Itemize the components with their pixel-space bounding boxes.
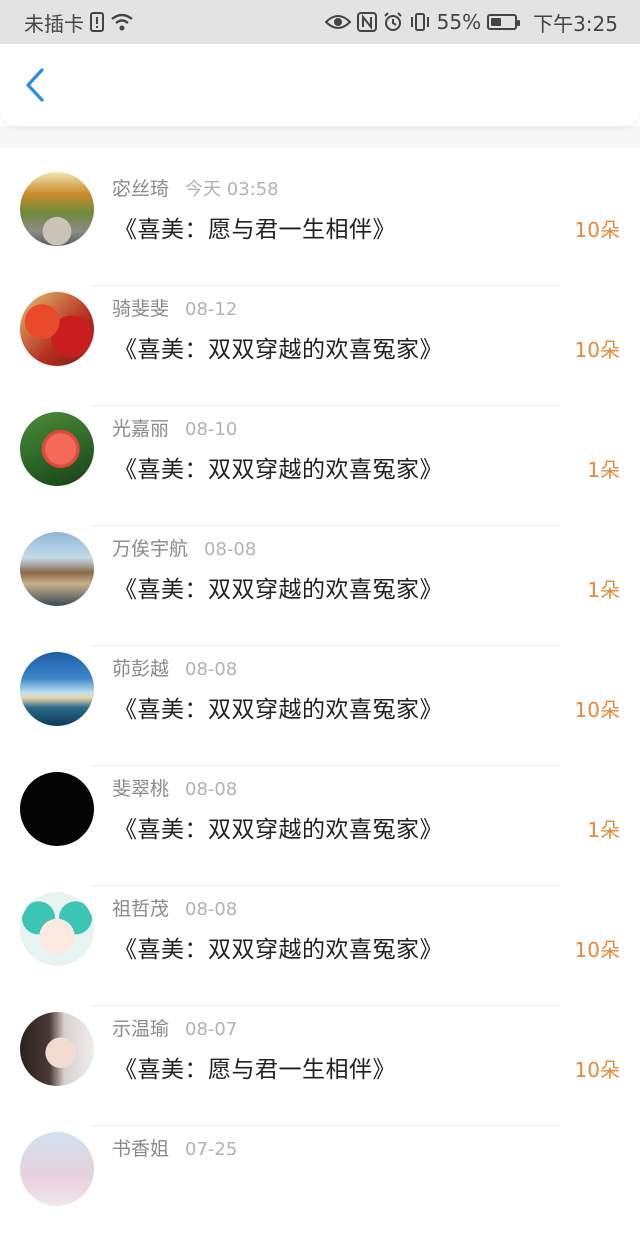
item-meta: 斐翠桃 08-08 — [112, 774, 237, 801]
battery-icon — [487, 14, 521, 30]
book-title[interactable]: 《喜美：双双穿越的欢喜冤家》 — [114, 930, 443, 964]
list-item[interactable]: 祖哲茂 08-08 《喜美：双双穿越的欢喜冤家》 10朵 — [0, 886, 640, 1006]
item-meta: 祖哲茂 08-08 — [112, 894, 237, 921]
sent-time: 08-12 — [185, 299, 238, 320]
sent-time: 08-08 — [185, 779, 238, 800]
item-meta: 宓丝琦 今天 03:58 — [112, 174, 279, 201]
flower-count: 1朵 — [587, 818, 620, 842]
status-left: 未插卡 — [24, 8, 134, 37]
sender-name: 斐翠桃 — [112, 778, 170, 800]
list-item[interactable]: 骑斐斐 08-12 《喜美：双双穿越的欢喜冤家》 10朵 — [0, 286, 640, 406]
sim-alert-icon — [90, 12, 104, 32]
flower-count: 1朵 — [587, 458, 620, 482]
book-title[interactable]: 《喜美：双双穿越的欢喜冤家》 — [114, 570, 443, 604]
nfc-icon — [356, 12, 377, 32]
list-item[interactable]: 斐翠桃 08-08 《喜美：双双穿越的欢喜冤家》 1朵 — [0, 766, 640, 886]
item-meta: 万俟宇航 08-08 — [112, 534, 256, 561]
clock: 下午3:25 — [533, 11, 618, 36]
book-title[interactable]: 《喜美：愿与君一生相伴》 — [114, 210, 396, 244]
eye-icon — [324, 15, 351, 29]
flower-count: 1朵 — [587, 578, 620, 602]
avatar[interactable] — [20, 412, 94, 486]
item-meta: 书香姐 07-25 — [112, 1134, 237, 1161]
sender-name: 骑斐斐 — [112, 298, 170, 320]
flower-count: 10朵 — [574, 1058, 620, 1082]
nav-bar — [0, 44, 640, 126]
sender-name: 宓丝琦 — [112, 178, 170, 200]
avatar[interactable] — [20, 772, 94, 846]
flower-count: 10朵 — [574, 338, 620, 362]
avatar[interactable] — [20, 1132, 94, 1206]
sent-time: 07-25 — [185, 1139, 238, 1160]
list-item[interactable]: 光嘉丽 08-10 《喜美：双双穿越的欢喜冤家》 1朵 — [0, 406, 640, 526]
book-title[interactable]: 《喜美：双双穿越的欢喜冤家》 — [114, 690, 443, 724]
nav-gap — [0, 126, 640, 148]
book-title[interactable]: 《喜美：双双穿越的欢喜冤家》 — [114, 810, 443, 844]
item-meta: 骑斐斐 08-12 — [112, 294, 237, 321]
gift-record-list: 宓丝琦 今天 03:58 《喜美：愿与君一生相伴》 10朵 骑斐斐 08-12 … — [0, 148, 640, 1246]
sent-time: 08-10 — [185, 419, 238, 440]
sent-time: 08-08 — [185, 899, 238, 920]
book-title[interactable]: 《喜美：愿与君一生相伴》 — [114, 1050, 396, 1084]
status-right: 55% 下午3:25 — [324, 8, 618, 37]
sender-name: 书香姐 — [112, 1138, 170, 1160]
sender-name: 茆彭越 — [112, 658, 170, 680]
sent-time: 今天 03:58 — [185, 179, 279, 200]
wifi-icon — [111, 13, 133, 31]
book-title[interactable]: 《喜美：双双穿越的欢喜冤家》 — [114, 330, 443, 364]
avatar[interactable] — [20, 532, 94, 606]
sender-name: 光嘉丽 — [112, 418, 170, 440]
avatar[interactable] — [20, 652, 94, 726]
flower-count: 10朵 — [574, 698, 620, 722]
item-meta: 示温瑜 08-07 — [112, 1014, 237, 1041]
alarm-icon — [383, 12, 402, 31]
book-title[interactable]: 《喜美：双双穿越的欢喜冤家》 — [114, 450, 443, 484]
sent-time: 08-07 — [185, 1019, 238, 1040]
sender-name: 万俟宇航 — [112, 538, 189, 560]
avatar[interactable] — [20, 1012, 94, 1086]
list-item[interactable]: 茆彭越 08-08 《喜美：双双穿越的欢喜冤家》 10朵 — [0, 646, 640, 766]
vibrate-icon — [410, 13, 429, 31]
item-meta: 茆彭越 08-08 — [112, 654, 237, 681]
status-bar: 未插卡 55% 下午3:25 — [0, 0, 640, 44]
battery-percent: 55% — [436, 10, 482, 34]
avatar[interactable] — [20, 892, 94, 966]
list-item[interactable]: 示温瑜 08-07 《喜美：愿与君一生相伴》 10朵 — [0, 1006, 640, 1126]
item-meta: 光嘉丽 08-10 — [112, 414, 237, 441]
avatar[interactable] — [20, 292, 94, 366]
sent-time: 08-08 — [204, 539, 257, 560]
list-item[interactable]: 万俟宇航 08-08 《喜美：双双穿越的欢喜冤家》 1朵 — [0, 526, 640, 646]
flower-count: 10朵 — [574, 938, 620, 962]
list-item[interactable]: 书香姐 07-25 — [0, 1126, 640, 1246]
flower-count: 10朵 — [574, 218, 620, 242]
avatar[interactable] — [20, 172, 94, 246]
sender-name: 祖哲茂 — [112, 898, 170, 920]
sender-name: 示温瑜 — [112, 1018, 170, 1040]
back-button[interactable] — [0, 44, 70, 126]
chevron-left-icon — [26, 68, 44, 102]
sent-time: 08-08 — [185, 659, 238, 680]
carrier-label: 未插卡 — [24, 11, 84, 36]
list-item[interactable]: 宓丝琦 今天 03:58 《喜美：愿与君一生相伴》 10朵 — [0, 166, 640, 286]
